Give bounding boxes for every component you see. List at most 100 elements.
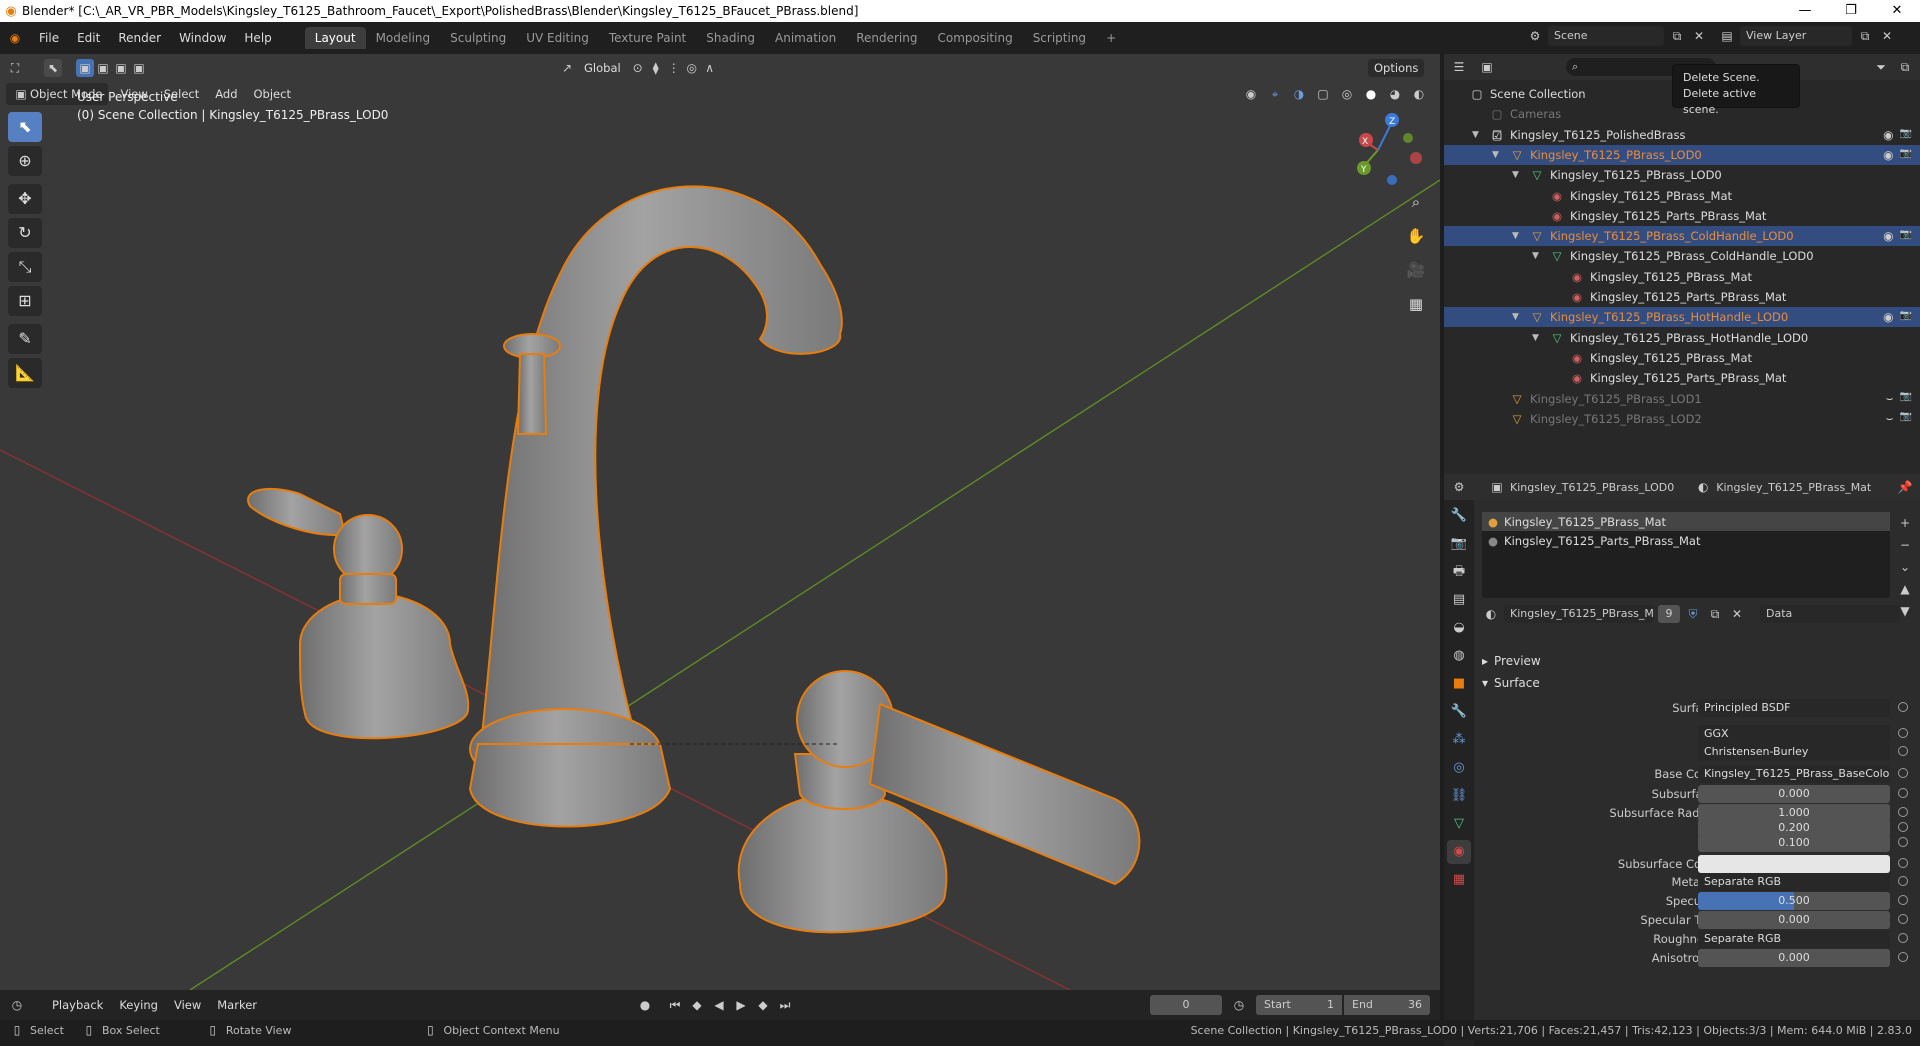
eye-icon[interactable]: ◉ bbox=[1883, 310, 1893, 324]
socket-icon[interactable] bbox=[1898, 876, 1908, 886]
transform-orientation-icon[interactable]: ↗ bbox=[558, 59, 576, 77]
render-camera-icon[interactable]: 📷 bbox=[1900, 128, 1912, 142]
socket-icon[interactable] bbox=[1898, 788, 1908, 798]
select-tool-icon[interactable]: ⬉ bbox=[44, 59, 62, 77]
outliner-row[interactable]: ▼ ▽ Kingsley_T6125_PBrass_HotHandle_LOD0 ◉ 📷 bbox=[1444, 307, 1920, 328]
outliner-row[interactable]: ◉ Kingsley_T6125_Parts_PBrass_Mat bbox=[1444, 206, 1920, 226]
property-field[interactable]: Kingsley_T6125_PBrass_BaseColor... bbox=[1698, 765, 1890, 783]
material-slot-list[interactable]: ● Kingsley_T6125_PBrass_Mat ● Kingsley_T… bbox=[1482, 512, 1890, 598]
property-field[interactable] bbox=[1698, 855, 1890, 873]
pan-hand-icon[interactable]: ✋ bbox=[1402, 222, 1430, 250]
material-slot-item[interactable]: ● Kingsley_T6125_Parts_PBrass_Mat bbox=[1482, 531, 1890, 550]
select-box-tool[interactable]: ⬉ bbox=[8, 112, 42, 142]
property-field[interactable]: Principled BSDF bbox=[1698, 699, 1890, 717]
socket-icon[interactable] bbox=[1898, 952, 1908, 962]
world-tab-icon[interactable]: ◍ bbox=[1447, 644, 1471, 668]
outliner-row[interactable]: ▼ ▢ Kingsley_T6125_PolishedBrass ◉ 📷 ☑ bbox=[1444, 125, 1920, 145]
socket-icon[interactable] bbox=[1898, 822, 1908, 832]
minimize-button[interactable]: — bbox=[1782, 0, 1828, 22]
tab-rendering[interactable]: Rendering bbox=[846, 27, 927, 49]
socket-icon[interactable] bbox=[1898, 728, 1908, 738]
jump-end-icon[interactable]: ⏭ bbox=[776, 996, 794, 1014]
play-icon[interactable]: ▶ bbox=[732, 996, 750, 1014]
menu-edit[interactable]: Edit bbox=[68, 31, 109, 45]
tab-sculpting[interactable]: Sculpting bbox=[440, 27, 516, 49]
outliner-editor-icon[interactable]: ☰ bbox=[1450, 58, 1468, 76]
socket-icon[interactable] bbox=[1898, 858, 1908, 868]
camera-view-icon[interactable]: 🎥 bbox=[1402, 256, 1430, 284]
blender-menu-icon[interactable]: ◉ bbox=[6, 29, 24, 47]
fake-user-icon[interactable]: ⛨ bbox=[1684, 605, 1702, 623]
tab-compositing[interactable]: Compositing bbox=[927, 27, 1022, 49]
view-layer-tab-icon[interactable]: ▤ bbox=[1447, 588, 1471, 612]
xray-toggle-icon[interactable]: ▢ bbox=[1314, 85, 1332, 103]
snap-target-icon[interactable]: ⋮ bbox=[665, 59, 683, 77]
measure-tool[interactable]: 📐 bbox=[8, 358, 42, 388]
wireframe-shading-icon[interactable]: ◎ bbox=[1338, 85, 1356, 103]
clock-icon[interactable]: ◷ bbox=[1230, 996, 1248, 1014]
editor-type-icon[interactable]: ⛶ bbox=[6, 59, 24, 77]
outliner-row[interactable]: ▽ Kingsley_T6125_PBrass_LOD2 ⌣ 📷 bbox=[1444, 409, 1920, 429]
menu-render[interactable]: Render bbox=[109, 31, 170, 45]
jump-start-icon[interactable]: ⏮ bbox=[666, 996, 684, 1014]
unlink-material-icon[interactable]: ✕ bbox=[1728, 605, 1746, 623]
eye-icon[interactable]: ◉ bbox=[1883, 128, 1893, 142]
next-keyframe-icon[interactable]: ◆ bbox=[754, 996, 772, 1014]
properties-editor-icon[interactable]: ⚙ bbox=[1450, 478, 1468, 496]
3d-viewport[interactable]: Z X Y ⛶ ⬉ ▣ ▣ ▣ ▣ ↗ Global ⊙ ⧫ ⋮ ◎ ∧ Opt… bbox=[0, 54, 1440, 990]
add-workspace-button[interactable]: + bbox=[1096, 27, 1126, 49]
timeline-editor-icon[interactable]: ◷ bbox=[8, 996, 26, 1014]
particles-tab-icon[interactable]: ⁂ bbox=[1447, 728, 1471, 752]
eye-icon[interactable]: ◉ bbox=[1883, 148, 1893, 162]
data-tab-icon[interactable]: ▽ bbox=[1447, 812, 1471, 836]
property-field[interactable]: Separate RGB bbox=[1698, 873, 1890, 891]
socket-icon[interactable] bbox=[1898, 702, 1908, 712]
move-tool[interactable]: ✥ bbox=[8, 184, 42, 214]
overlay-toggle-icon[interactable]: ◑ bbox=[1290, 85, 1308, 103]
socket-icon[interactable] bbox=[1898, 895, 1908, 905]
tab-layout[interactable]: Layout bbox=[304, 27, 366, 49]
socket-icon[interactable] bbox=[1898, 837, 1908, 847]
hidden-eye-icon[interactable]: ⌣ bbox=[1886, 391, 1894, 406]
select-mode-extend-icon[interactable]: ▣ bbox=[94, 59, 112, 77]
ortho-grid-icon[interactable]: ▦ bbox=[1402, 290, 1430, 318]
property-field[interactable]: 0.500 bbox=[1698, 892, 1890, 910]
material-name-field[interactable]: Kingsley_T6125_PBrass_Mat bbox=[1504, 605, 1654, 623]
move-slot-up-icon[interactable]: ▲ bbox=[1896, 580, 1914, 598]
expand-arrow-icon[interactable]: ▼ bbox=[1532, 251, 1548, 261]
proportional-edit-icon[interactable]: ◎ bbox=[683, 59, 701, 77]
property-field[interactable]: 0.000 bbox=[1698, 949, 1890, 967]
hidden-eye-icon[interactable]: ⌣ bbox=[1886, 411, 1894, 426]
scale-tool[interactable]: ⤡ bbox=[8, 252, 42, 282]
outliner-row[interactable]: ◉ Kingsley_T6125_PBrass_Mat bbox=[1444, 267, 1920, 287]
view-layer-field[interactable]: View Layer bbox=[1740, 26, 1852, 46]
outliner-row[interactable]: ▼ ▽ Kingsley_T6125_PBrass_LOD0 bbox=[1444, 165, 1920, 185]
transform-orientation-dropdown[interactable]: Global bbox=[576, 59, 629, 77]
output-tab-icon[interactable]: 🖶 bbox=[1447, 560, 1471, 584]
zoom-icon[interactable]: ⌕ bbox=[1402, 188, 1430, 216]
property-field[interactable]: GGX bbox=[1698, 725, 1890, 743]
select-mode-subtract-icon[interactable]: ▣ bbox=[112, 59, 130, 77]
expand-arrow-icon[interactable]: ▼ bbox=[1532, 333, 1548, 343]
object-type-visibility-icon[interactable]: ◉ bbox=[1242, 85, 1260, 103]
tab-animation[interactable]: Animation bbox=[765, 27, 846, 49]
material-shading-icon[interactable]: ◕ bbox=[1386, 85, 1404, 103]
properties-editor[interactable]: 🔧 📷 🖶 ▤ ◒ ◍ ■ 🔧 ⁂ ◎ ⛓ ▽ ◉ ▦ ⚙ ▣ Kingsley… bbox=[1444, 474, 1920, 1046]
menu-help[interactable]: Help bbox=[235, 31, 280, 45]
outliner[interactable]: ☰ ▣ ⌕ ⏷ ⧉ ▢ Scene Collection ▢ Cameras ▼ ▢ Kin… bbox=[1444, 54, 1920, 474]
menu-file[interactable]: File bbox=[30, 31, 68, 45]
tab-uv-editing[interactable]: UV Editing bbox=[516, 27, 599, 49]
object-tab-icon[interactable]: ■ bbox=[1447, 672, 1471, 696]
close-button[interactable]: ✕ bbox=[1874, 0, 1920, 22]
new-collection-icon[interactable]: ⧉ bbox=[1896, 58, 1914, 76]
constraints-tab-icon[interactable]: ⛓ bbox=[1447, 784, 1471, 808]
socket-icon[interactable] bbox=[1898, 768, 1908, 778]
outliner-row[interactable]: ◉ Kingsley_T6125_PBrass_Mat bbox=[1444, 348, 1920, 368]
new-scene-icon[interactable]: ⧉ bbox=[1668, 27, 1686, 45]
outliner-row[interactable]: ▽ Kingsley_T6125_PBrass_LOD1 ⌣ 📷 bbox=[1444, 389, 1920, 409]
scene-tab-icon[interactable]: ◒ bbox=[1447, 616, 1471, 640]
property-field[interactable]: 0.000 bbox=[1698, 785, 1890, 803]
falloff-icon[interactable]: ∧ bbox=[701, 59, 719, 77]
render-tab-icon[interactable]: 📷 bbox=[1447, 532, 1471, 556]
socket-icon[interactable] bbox=[1898, 933, 1908, 943]
